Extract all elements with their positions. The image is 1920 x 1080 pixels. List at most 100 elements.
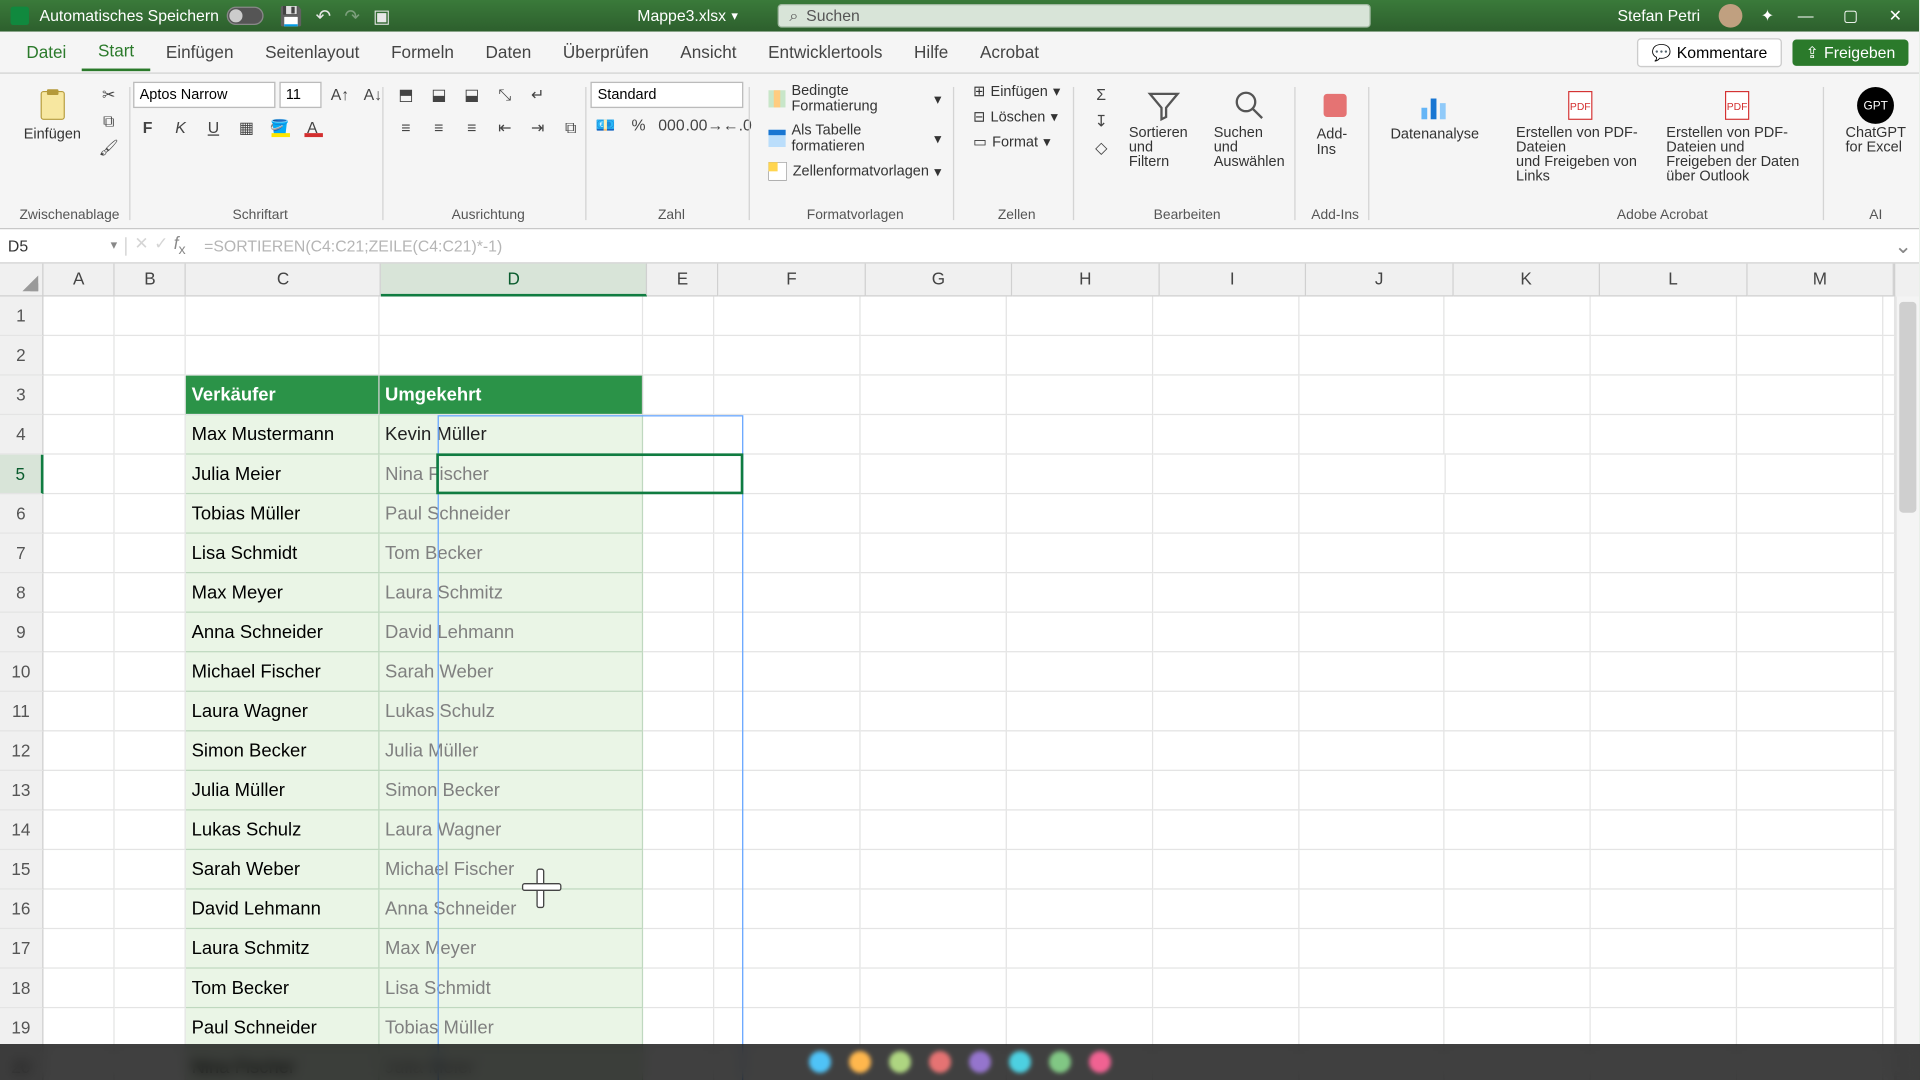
cell[interactable]	[643, 652, 715, 692]
filename-label[interactable]: Mappe3.xlsx▾	[637, 7, 738, 25]
cell[interactable]: Nina Fischer	[380, 455, 643, 495]
cell[interactable]	[1153, 376, 1299, 416]
tab-entwicklertools[interactable]: Entwicklertools	[752, 34, 898, 70]
tab-hilfe[interactable]: Hilfe	[898, 34, 964, 70]
cell[interactable]	[1445, 850, 1591, 890]
align-middle-icon[interactable]: ⬓	[424, 82, 453, 108]
cell[interactable]	[43, 415, 115, 455]
cell[interactable]	[715, 494, 861, 534]
column-header-L[interactable]: L	[1600, 264, 1747, 297]
cell[interactable]	[1153, 613, 1299, 653]
cell[interactable]	[715, 534, 861, 574]
cell[interactable]	[715, 731, 861, 771]
cell[interactable]	[1007, 455, 1153, 495]
cell[interactable]: Julia Müller	[186, 771, 379, 811]
cell[interactable]	[1153, 652, 1299, 692]
cell[interactable]	[1299, 969, 1445, 1009]
cell[interactable]	[861, 1008, 1007, 1048]
cell[interactable]	[643, 692, 715, 732]
cell[interactable]	[1737, 336, 1883, 376]
row-header[interactable]: 16	[0, 890, 43, 930]
cell[interactable]	[861, 850, 1007, 890]
cell[interactable]	[186, 336, 379, 376]
cell[interactable]	[1153, 929, 1299, 969]
cell[interactable]	[1737, 376, 1883, 416]
cell[interactable]	[715, 415, 861, 455]
cell[interactable]	[643, 415, 715, 455]
cell[interactable]	[1445, 890, 1591, 930]
cell[interactable]	[1299, 415, 1445, 455]
cell[interactable]: Paul Schneider	[186, 1008, 379, 1048]
cell[interactable]	[1445, 929, 1591, 969]
row-header[interactable]: 15	[0, 850, 43, 890]
cell[interactable]	[861, 692, 1007, 732]
cell[interactable]	[1445, 771, 1591, 811]
worksheet-grid[interactable]: ABCDEFGHIJKLM 123VerkäuferUmgekehrt4Max …	[0, 264, 1919, 1080]
borders-icon[interactable]: ▦	[232, 115, 261, 141]
cell[interactable]: Tobias Müller	[186, 494, 379, 534]
cell[interactable]: Lisa Schmidt	[186, 534, 379, 574]
cell[interactable]	[115, 1008, 187, 1048]
cell[interactable]	[43, 573, 115, 613]
sparkle-icon[interactable]: ✦	[1761, 7, 1774, 25]
comments-button[interactable]: 💬 Kommentare	[1637, 38, 1782, 67]
tab-formeln[interactable]: Formeln	[375, 34, 469, 70]
cell[interactable]	[861, 336, 1007, 376]
cell[interactable]	[715, 850, 861, 890]
cell[interactable]	[643, 494, 715, 534]
cell[interactable]	[1737, 297, 1883, 337]
cell[interactable]	[643, 811, 715, 851]
cell[interactable]	[1445, 376, 1591, 416]
cell[interactable]	[861, 929, 1007, 969]
cell[interactable]	[115, 771, 187, 811]
cell[interactable]	[1591, 415, 1737, 455]
cell[interactable]	[1591, 455, 1737, 495]
cell[interactable]: Verkäufer	[186, 376, 379, 416]
cell[interactable]	[43, 929, 115, 969]
row-header[interactable]: 12	[0, 731, 43, 771]
cell[interactable]	[1153, 494, 1299, 534]
align-top-icon[interactable]: ⬒	[391, 82, 420, 108]
cell[interactable]	[1737, 455, 1883, 495]
fx-icon[interactable]: fx	[174, 234, 186, 259]
cell[interactable]	[1591, 573, 1737, 613]
column-header-H[interactable]: H	[1013, 264, 1160, 297]
cell[interactable]: Laura Schmitz	[380, 573, 643, 613]
cell[interactable]	[1445, 811, 1591, 851]
cell[interactable]	[1153, 692, 1299, 732]
find-select-button[interactable]: Suchen und Auswählen	[1211, 82, 1288, 176]
cancel-formula-icon[interactable]: ✕	[134, 234, 148, 259]
cell[interactable]	[380, 297, 643, 337]
cell[interactable]	[1445, 297, 1591, 337]
close-button[interactable]: ✕	[1882, 7, 1908, 25]
cell[interactable]	[115, 969, 187, 1009]
row-header[interactable]: 4	[0, 415, 43, 455]
cell[interactable]	[715, 336, 861, 376]
cell[interactable]	[43, 811, 115, 851]
fill-color-icon[interactable]: 🪣	[265, 115, 294, 141]
formula-input[interactable]: =SORTIEREN(C4:C21;ZEILE(C4:C21)*-1)	[194, 237, 1888, 255]
cell[interactable]	[1299, 376, 1445, 416]
minimize-button[interactable]: —	[1792, 7, 1818, 25]
cell[interactable]	[643, 297, 715, 337]
cell[interactable]: Sarah Weber	[186, 850, 379, 890]
clear-icon[interactable]: ◇	[1087, 134, 1116, 160]
cell[interactable]	[1737, 494, 1883, 534]
cell[interactable]	[1299, 494, 1445, 534]
column-header-M[interactable]: M	[1747, 264, 1894, 297]
row-header[interactable]: 10	[0, 652, 43, 692]
create-pdf-outlook-button[interactable]: PDF Erstellen von PDF-Dateien und Freige…	[1658, 82, 1816, 190]
cell[interactable]	[1007, 652, 1153, 692]
increase-indent-icon[interactable]: ⇥	[523, 115, 552, 141]
file-tab[interactable]: Datei	[11, 34, 83, 70]
comma-icon[interactable]: 000	[657, 112, 686, 138]
cell[interactable]	[715, 969, 861, 1009]
cell[interactable]: David Lehmann	[186, 890, 379, 930]
cell[interactable]	[861, 811, 1007, 851]
cell[interactable]	[1007, 811, 1153, 851]
cell[interactable]	[1153, 1008, 1299, 1048]
cell[interactable]	[1737, 929, 1883, 969]
cell[interactable]	[1153, 534, 1299, 574]
column-header-A[interactable]: A	[44, 264, 115, 297]
cell[interactable]	[115, 613, 187, 653]
